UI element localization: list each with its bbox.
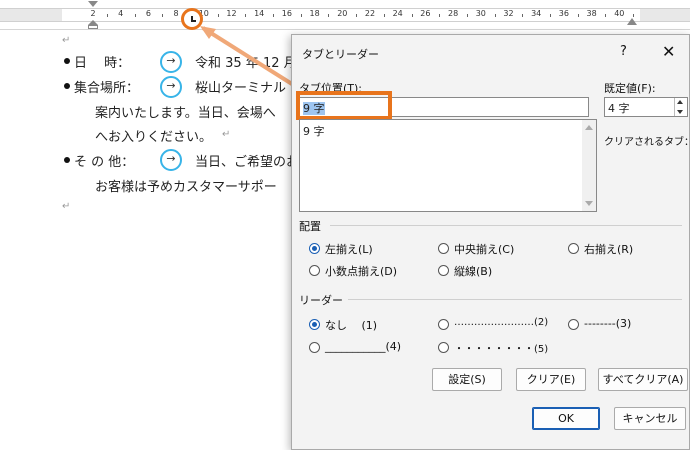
scroll-down-icon[interactable]	[585, 201, 593, 206]
leader-section-label: リーダー	[299, 294, 343, 307]
align-right-radio[interactable]	[568, 243, 579, 254]
clear-button[interactable]: クリア(E)	[516, 368, 586, 391]
align-decimal-radio[interactable]	[309, 265, 320, 276]
spin-up-icon[interactable]	[677, 100, 683, 104]
leader-middots-radio[interactable]	[438, 342, 449, 353]
align-right-label[interactable]: 右揃え(R)	[584, 241, 633, 257]
tabs-to-clear-label: クリアされるタブ：	[604, 137, 690, 148]
align-left-radio[interactable]	[309, 243, 320, 254]
align-center-label[interactable]: 中央揃え(C)	[454, 241, 514, 257]
scroll-up-icon[interactable]	[585, 125, 593, 130]
alignment-section-label: 配置	[299, 220, 321, 233]
leader-none-radio[interactable]	[309, 319, 320, 330]
align-bar-radio[interactable]	[438, 265, 449, 276]
align-center-radio[interactable]	[438, 243, 449, 254]
dialog-title: タブとリーダー	[302, 48, 379, 61]
default-stops-label: 既定値(F):	[604, 82, 656, 95]
leader-none-label[interactable]: なし (1)	[325, 317, 377, 333]
spin-down-icon[interactable]	[677, 110, 683, 114]
tabs-and-leaders-dialog[interactable]: タブとリーダー ? ✕ タブ位置(T): 9 字 9 字 既定値(F): 4 字…	[291, 34, 690, 450]
ok-button[interactable]: OK	[532, 407, 600, 430]
cancel-button[interactable]: キャンセル	[614, 407, 686, 430]
clear-all-button[interactable]: すべてクリア(A)	[598, 368, 688, 391]
section-divider	[330, 225, 682, 226]
list-scrollbar[interactable]	[582, 120, 596, 211]
leader-dashes-radio[interactable]	[568, 319, 579, 330]
leader-dots-radio[interactable]	[438, 319, 449, 330]
default-stops-spinner[interactable]: 4 字	[604, 97, 688, 117]
tab-position-list[interactable]: 9 字	[299, 119, 597, 212]
leader-underline-radio[interactable]	[309, 342, 320, 353]
section-divider	[348, 299, 682, 300]
align-decimal-label[interactable]: 小数点揃え(D)	[325, 263, 397, 279]
set-button[interactable]: 設定(S)	[432, 368, 502, 391]
leader-dots-label[interactable]: ……………………(2)	[454, 317, 548, 328]
tab-list-item[interactable]: 9 字	[303, 123, 325, 139]
highlight-box	[296, 91, 392, 120]
leader-underline-label[interactable]: ___________(4)	[325, 340, 401, 353]
help-icon[interactable]: ?	[620, 44, 627, 59]
close-icon[interactable]: ✕	[662, 42, 675, 61]
align-bar-label[interactable]: 縦線(B)	[454, 263, 492, 279]
align-left-label[interactable]: 左揃え(L)	[325, 241, 373, 257]
leader-dashes-label[interactable]: --------(3)	[584, 317, 631, 330]
leader-middots-label[interactable]: ・・・・・・・・(5)	[454, 340, 548, 355]
